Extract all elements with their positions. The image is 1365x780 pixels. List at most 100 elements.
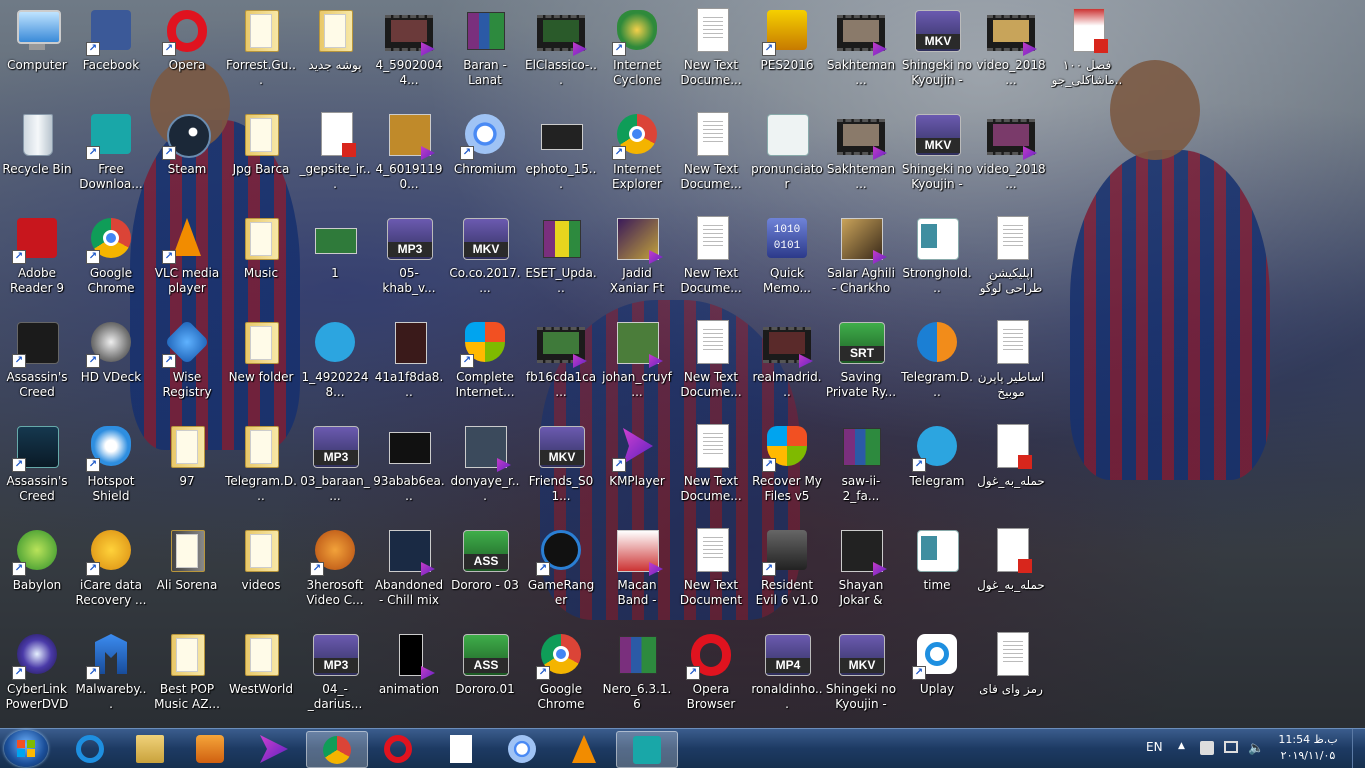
desktop-icon-malwarebytes[interactable]: ↗ Malwareby...	[74, 628, 148, 728]
desktop-icon-google-chrome[interactable]: ↗ Google Chrome	[74, 212, 148, 316]
desktop-icon-new-text-document-4[interactable]: New Text Docume...	[674, 316, 748, 420]
desktop-icon-image-93abab6ea[interactable]: 93abab6ea...	[372, 420, 446, 524]
desktop-icon-internet-cyclone[interactable]: ↗ Internet Cyclone	[600, 4, 674, 108]
desktop-icon-image-1[interactable]: 1	[298, 212, 372, 316]
desktop-icon-elclassico[interactable]: ElClassico-...	[524, 4, 598, 108]
taskbar-internet-explorer[interactable]	[60, 731, 120, 766]
desktop-icon-sakhteman-2[interactable]: Sakhteman...	[824, 108, 898, 212]
taskbar-chromium[interactable]	[492, 731, 552, 766]
desktop-icon-time[interactable]: time	[900, 524, 974, 628]
desktop-icon-macan-band[interactable]: Macan Band - Kenare M...	[600, 524, 674, 628]
desktop-icon-new-text-document-1[interactable]: New Text Docume...	[674, 4, 748, 108]
desktop-icon-telegram-1-49202248[interactable]: 1_49202248...	[298, 316, 372, 420]
desktop-icon-uplay[interactable]: ↗ Uplay	[900, 628, 974, 728]
desktop-icon-vlc-media-player[interactable]: ↗ VLC media player	[150, 212, 224, 316]
desktop-icon-image-41a1f8da8[interactable]: 41a1f8da8...	[372, 316, 446, 420]
desktop-icon-pdf-chapter-100[interactable]: فصل ۱۰۰ ماشاکلی_جو...	[1050, 4, 1124, 108]
desktop-icon-recycle-bin[interactable]: Recycle Bin	[0, 108, 74, 212]
desktop-icon-free-download-manager[interactable]: ↗ Free Downloa...	[74, 108, 148, 212]
desktop-icon-complete-internet-repair[interactable]: ↗ Complete Internet...	[448, 316, 522, 420]
desktop-icon-abandoned-chill-mix[interactable]: Abandoned - Chill mix V...	[372, 524, 446, 628]
taskbar-windows-media-player[interactable]	[180, 731, 240, 766]
desktop-icon-opera[interactable]: ↗ Opera	[150, 4, 224, 108]
desktop-icon-animation[interactable]: animation	[372, 628, 446, 728]
desktop-icon-wise-registry-cleaner[interactable]: ↗ Wise Registry Cleaner	[150, 316, 224, 420]
desktop-icon-3herosoft[interactable]: ↗ 3herosoft Video C...	[298, 524, 372, 628]
desktop-icon-mkv-shingeki-2[interactable]: MKV Shingeki no Kyoujin - L...	[900, 108, 974, 212]
desktop-icon-folder-new-folder[interactable]: New folder	[224, 316, 298, 420]
taskbar-opera[interactable]	[368, 731, 428, 766]
show-desktop-button[interactable]	[1352, 729, 1365, 768]
desktop-icon-video-4-59020044[interactable]: 4_59020044...	[372, 4, 446, 108]
desktop-icon-cyberlink-powerdvd[interactable]: ↗ CyberLink PowerDVD 12	[0, 628, 74, 728]
desktop-icon-mkv-friends-s01[interactable]: MKV Friends_S01...	[524, 420, 598, 524]
desktop-icon-internet-explorer-tracking[interactable]: ↗ Internet Explorer Tr...	[600, 108, 674, 212]
desktop-icon-resident-evil-trainer[interactable]: ↗ Resident Evil 6 v1.0 Plus ...	[750, 524, 824, 628]
desktop-icon-donyaye-r[interactable]: donyaye_r...	[448, 420, 522, 524]
desktop-icon-text-persian-myths[interactable]: اساطیر پاپرن موبیخ	[974, 316, 1048, 420]
desktop-icon-folder-new-persian[interactable]: پوشه جدید	[298, 4, 372, 108]
desktop-icon-telegram[interactable]: ↗ Telegram	[900, 420, 974, 524]
desktop-icon-shayan-jokar[interactable]: Shayan Jokar & Meraj Ja...	[824, 524, 898, 628]
desktop-icon-new-text-document-6[interactable]: New Text Document	[674, 524, 748, 628]
network-icon[interactable]	[1224, 741, 1238, 753]
desktop-icon-folder-videos[interactable]: videos	[224, 524, 298, 628]
desktop-icon-facebook[interactable]: ↗ Facebook	[74, 4, 148, 108]
desktop-icon-hd-vdeck[interactable]: ↗ HD VDeck	[74, 316, 148, 420]
desktop-icon-logo-design-app[interactable]: اپلیکیشن طراحی لوگو ...	[974, 212, 1048, 316]
desktop-icon-stronghold[interactable]: Stronghold...	[900, 212, 974, 316]
desktop-icon-gepsite-pdf[interactable]: _gepsite_ir...	[298, 108, 372, 212]
desktop-icon-new-text-document-3[interactable]: New Text Docume...	[674, 212, 748, 316]
desktop-icon-folder-music[interactable]: Music	[224, 212, 298, 316]
desktop-icon-wifi-password[interactable]: رمز وای فای	[974, 628, 1048, 728]
desktop-icon-mkv-coco-2017[interactable]: MKV Co.co.2017....	[448, 212, 522, 316]
desktop-icon-kmplayer[interactable]: ↗ KMPlayer	[600, 420, 674, 524]
desktop-icon-video-2018-2[interactable]: video_2018...	[974, 108, 1048, 212]
desktop-icon-mp3-04-darius[interactable]: MP3 04_-_darius...	[298, 628, 372, 728]
desktop-icon-folder-telegram-desktop[interactable]: Telegram.D...	[224, 420, 298, 524]
desktop-icon-mp3-03-baraan[interactable]: MP3 03_baraan_...	[298, 420, 372, 524]
desktop-icon-new-text-document-5[interactable]: New Text Docume...	[674, 420, 748, 524]
desktop-icon-mkv-shingeki-3[interactable]: MKV Shingeki no Kyoujin - L...	[824, 628, 898, 728]
taskbar-kmplayer[interactable]	[244, 731, 304, 766]
desktop-icon-srt-saving-private-ryan[interactable]: SRT Saving Private Ry...	[824, 316, 898, 420]
desktop-icon-folder-97[interactable]: 97	[150, 420, 224, 524]
desktop-icon-pdf-attack-on-titan-1[interactable]: حمله_به_غول	[974, 420, 1048, 524]
language-indicator[interactable]: EN	[1146, 740, 1163, 779]
desktop-icon-assassins-creed-rogue[interactable]: ↗ Assassin's Creed Rogue	[0, 420, 74, 524]
desktop-icon-new-text-document-2[interactable]: New Text Docume...	[674, 108, 748, 212]
desktop-icon-adobe-reader[interactable]: ↗ Adobe Reader 9	[0, 212, 74, 316]
desktop-icon-gameranger[interactable]: ↗ GameRanger	[524, 524, 598, 628]
volume-icon[interactable]: 🔈	[1248, 741, 1264, 780]
action-center-icon[interactable]	[1200, 741, 1214, 755]
desktop-icon-folder-ali-sorena[interactable]: Ali Sorena	[150, 524, 224, 628]
start-button[interactable]	[4, 730, 48, 767]
desktop-icon-saw-ii[interactable]: saw-ii-2_fa...	[824, 420, 898, 524]
desktop-icon-icare-data-recovery[interactable]: ↗ iCare data Recovery ...	[74, 524, 148, 628]
desktop-icon-hotspot-shield[interactable]: ↗ Hotspot Shield	[74, 420, 148, 524]
desktop-icon-google-chrome-2[interactable]: ↗ Google Chrome	[524, 628, 598, 728]
taskbar-notepad[interactable]	[430, 731, 490, 766]
clock[interactable]: ب.ظ 11:54 ۲۰۱۹/۱۱/۰۵	[1268, 732, 1348, 764]
desktop-icon-recover-my-files[interactable]: ↗ Recover My Files v5	[750, 420, 824, 524]
desktop[interactable]: Computer Recycle Bin ↗ Adobe Reader 9 ↗ …	[0, 0, 1365, 728]
taskbar-free-download-manager[interactable]	[616, 731, 678, 768]
desktop-icon-assassins-creed-free[interactable]: ↗ Assassin's Creed Free...	[0, 316, 74, 420]
taskbar-vlc[interactable]	[554, 731, 614, 766]
desktop-icon-opera-browser[interactable]: ↗ Opera Browser	[674, 628, 748, 728]
desktop-icon-chromium[interactable]: ↗ Chromium	[448, 108, 522, 212]
desktop-icon-ass-dororo-01[interactable]: ASS Dororo.01	[448, 628, 522, 728]
desktop-icon-nero[interactable]: Nero_6.3.1.6	[600, 628, 674, 728]
desktop-icon-mp3-05-khab[interactable]: MP3 05-khab_v...	[372, 212, 446, 316]
desktop-icon-babylon[interactable]: ↗ Babylon	[0, 524, 74, 628]
desktop-icon-quick-memo[interactable]: 1010 0101 Quick Memo...	[750, 212, 824, 316]
desktop-icon-ephoto[interactable]: ephoto_15...	[524, 108, 598, 212]
desktop-icon-video-fb16cda1ca[interactable]: fb16cda1ca...	[524, 316, 598, 420]
desktop-icon-realmadrid[interactable]: realmadrid...	[750, 316, 824, 420]
desktop-icon-ass-dororo-03[interactable]: ASS Dororo - 03	[448, 524, 522, 628]
desktop-icon-mp4-ronaldinho[interactable]: MP4 ronaldinho...	[750, 628, 824, 728]
desktop-icon-johan-cruyff[interactable]: johan_cruyf...	[600, 316, 674, 420]
desktop-icon-steam[interactable]: ↗ Steam	[150, 108, 224, 212]
desktop-icon-baran-lanat[interactable]: Baran - Lanat	[448, 4, 522, 108]
desktop-icon-folder-best-pop-music[interactable]: Best POP Music AZ...	[150, 628, 224, 728]
